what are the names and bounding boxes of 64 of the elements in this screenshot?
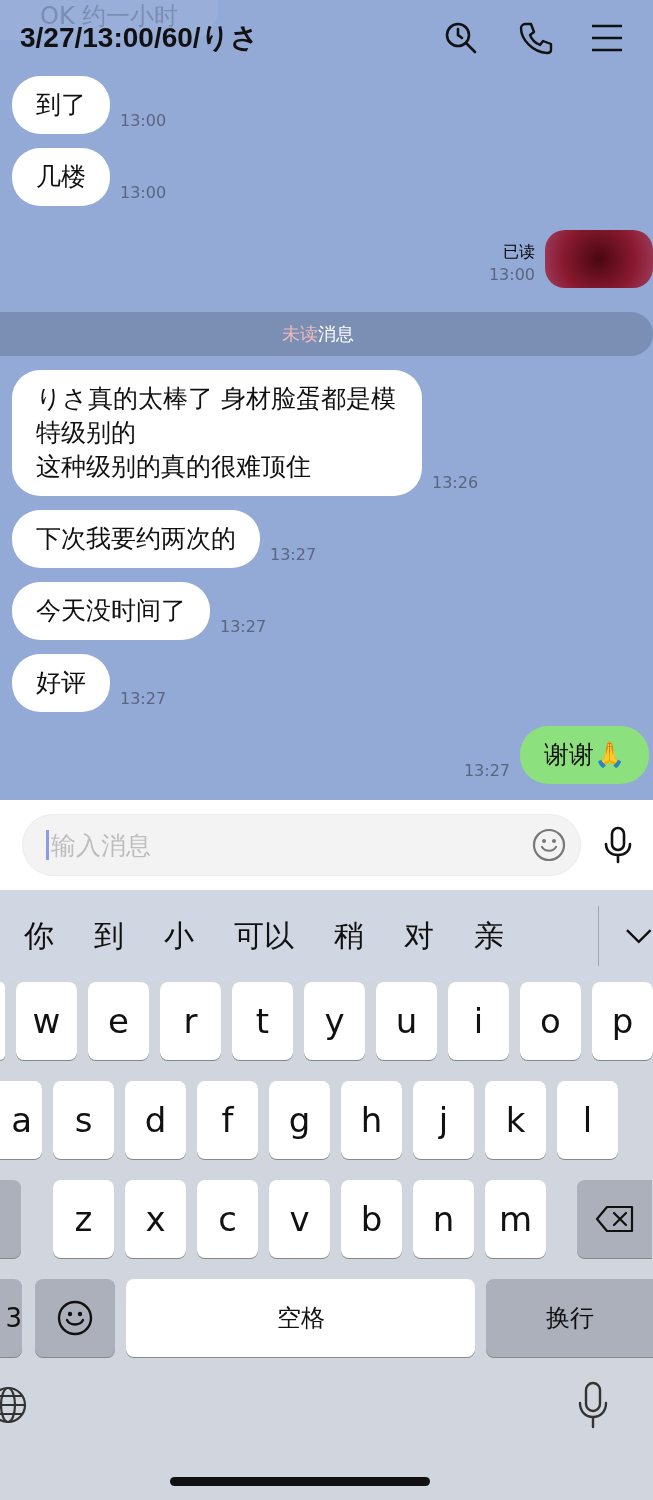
message-time: 13:26 bbox=[432, 473, 479, 494]
message-time: 13:00 bbox=[120, 111, 167, 132]
message-time: 13:27 bbox=[120, 689, 167, 710]
message-text: 这种级别的真的很难顶住 bbox=[36, 451, 312, 483]
candidate-word[interactable]: 到 bbox=[94, 915, 124, 957]
message-bubble: 谢谢🙏 bbox=[520, 726, 649, 784]
backspace-key[interactable] bbox=[577, 1180, 652, 1258]
keyboard-key[interactable]: o bbox=[520, 982, 581, 1060]
keyboard-key[interactable]: h bbox=[341, 1081, 402, 1159]
keyboard-key[interactable]: s bbox=[53, 1081, 114, 1159]
keyboard-key[interactable]: t bbox=[232, 982, 293, 1060]
keyboard-key[interactable]: m bbox=[485, 1180, 546, 1258]
keyboard-key[interactable]: v bbox=[269, 1180, 330, 1258]
keyboard-key[interactable]: l bbox=[557, 1081, 618, 1159]
keyboard-key[interactable]: i bbox=[448, 982, 509, 1060]
keyboard-key[interactable]: n bbox=[413, 1180, 474, 1258]
keyboard-key[interactable]: b bbox=[341, 1180, 402, 1258]
message-time: 13:00 bbox=[120, 183, 167, 204]
keyboard-key[interactable]: w bbox=[16, 982, 77, 1060]
candidate-word[interactable]: 对 bbox=[404, 915, 434, 957]
keyboard-key[interactable]: e bbox=[88, 982, 149, 1060]
phone-icon[interactable] bbox=[517, 20, 553, 56]
keyboard-key[interactable]: j bbox=[413, 1081, 474, 1159]
keyboard-key[interactable]: g bbox=[269, 1081, 330, 1159]
read-receipt: 已读 bbox=[503, 242, 535, 263]
message-bubble: 今天没时间了 bbox=[12, 582, 210, 640]
keyboard-key[interactable]: z bbox=[53, 1180, 114, 1258]
text-cursor bbox=[46, 830, 49, 860]
keyboard-key[interactable]: y bbox=[304, 982, 365, 1060]
candidate-word[interactable]: 亲 bbox=[474, 915, 504, 957]
return-key[interactable]: 换行 bbox=[486, 1279, 653, 1357]
message-text: りさ真的太棒了 身材脸蛋都是模特级别的 bbox=[36, 383, 397, 449]
keyboard-key[interactable]: c bbox=[197, 1180, 258, 1258]
message-time: 13:27 bbox=[270, 545, 317, 566]
microphone-icon[interactable] bbox=[603, 826, 633, 864]
emoji-key[interactable] bbox=[35, 1279, 115, 1357]
numbers-key[interactable]: 3 bbox=[0, 1279, 22, 1357]
candidate-word[interactable]: 小 bbox=[164, 915, 194, 957]
keyboard-key[interactable]: a bbox=[0, 1081, 42, 1159]
candidate-word[interactable]: 可以 bbox=[234, 915, 294, 957]
candidate-word[interactable]: 稍 bbox=[334, 915, 364, 957]
message-bubble: 到了 bbox=[12, 76, 110, 134]
keyboard-key[interactable]: f bbox=[197, 1081, 258, 1159]
menu-icon[interactable] bbox=[591, 23, 623, 53]
space-key[interactable]: 空格 bbox=[126, 1279, 475, 1357]
smiley-icon[interactable] bbox=[531, 827, 567, 863]
search-icon[interactable] bbox=[443, 20, 479, 56]
backspace-icon bbox=[594, 1205, 635, 1233]
keyboard-key[interactable]: p bbox=[592, 982, 653, 1060]
message-time: 13:27 bbox=[463, 761, 510, 782]
smiley-icon bbox=[56, 1299, 94, 1337]
message-bubble: 好评 bbox=[12, 654, 110, 712]
chevron-down-icon[interactable] bbox=[625, 928, 653, 944]
message-time: 13:27 bbox=[220, 617, 267, 638]
message-time: 13:00 bbox=[488, 265, 535, 286]
message-bubble: 几楼 bbox=[12, 148, 110, 206]
keyboard-key[interactable]: r bbox=[160, 982, 221, 1060]
keyboard-key[interactable]: k bbox=[485, 1081, 546, 1159]
keyboard-key[interactable]: u bbox=[376, 982, 437, 1060]
keyboard-key[interactable]: x bbox=[125, 1180, 186, 1258]
keyboard-key[interactable]: d bbox=[125, 1081, 186, 1159]
candidate-word[interactable]: 你 bbox=[24, 915, 54, 957]
message-bubble: 下次我要约两次的 bbox=[12, 510, 260, 568]
microphone-icon[interactable] bbox=[577, 1381, 609, 1429]
